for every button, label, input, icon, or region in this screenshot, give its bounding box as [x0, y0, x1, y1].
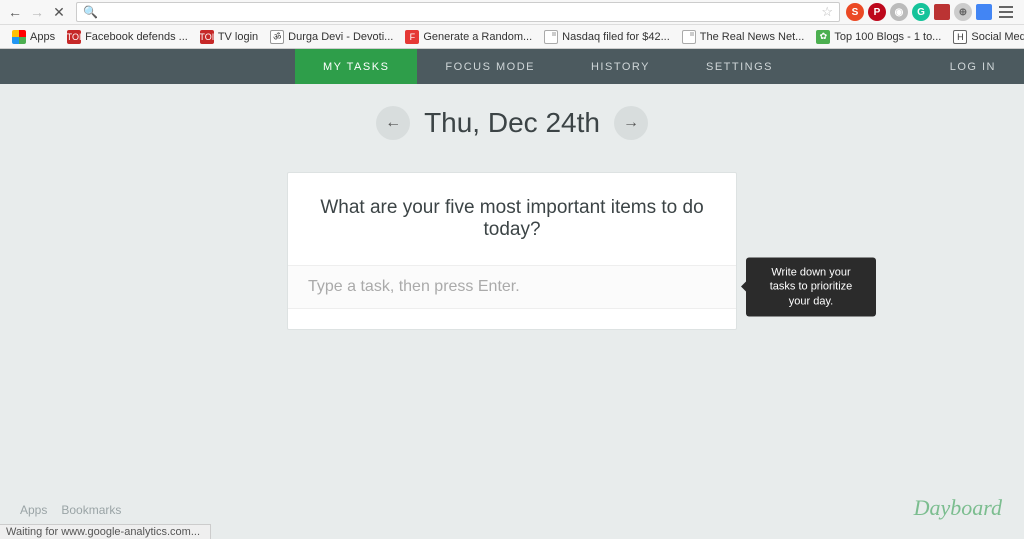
bookmark-item[interactable]: ✿ Top 100 Blogs - 1 to... [810, 25, 947, 48]
translate-icon[interactable] [976, 4, 992, 20]
bookmark-item[interactable]: H Social Media News ... [947, 25, 1024, 48]
grammarly-icon[interactable]: G [912, 3, 930, 21]
tab-focus-mode[interactable]: FOCUS MODE [417, 49, 563, 84]
bookmark-label: The Real News Net... [700, 31, 805, 43]
apps-icon [12, 30, 26, 44]
login-link[interactable]: LOG IN [922, 49, 1024, 84]
bookmark-label: Generate a Random... [423, 31, 532, 43]
pinterest-icon[interactable]: P [868, 3, 886, 21]
date-title: Thu, Dec 24th [424, 107, 600, 139]
extension-icon[interactable]: ◉ [890, 3, 908, 21]
bookmark-label: Nasdaq filed for $42... [562, 31, 670, 43]
bookmark-item[interactable]: TOI TV login [194, 25, 264, 48]
tab-history[interactable]: HISTORY [563, 49, 678, 84]
bookmark-label: Durga Devi - Devoti... [288, 31, 393, 43]
favicon-icon: TOI [67, 30, 81, 44]
status-bar: Waiting for www.google-analytics.com... [0, 524, 211, 539]
bookmarks-bar: Apps TOI Facebook defends ... TOI TV log… [0, 25, 1024, 49]
favicon-icon: ✿ [816, 30, 830, 44]
bookmark-item[interactable]: TOI Facebook defends ... [61, 25, 194, 48]
stop-button[interactable]: ✕ [50, 3, 68, 21]
prev-day-button[interactable]: ← [376, 106, 410, 140]
content-area: ← Thu, Dec 24th → What are your five mos… [0, 84, 1024, 539]
bookmark-star-icon[interactable]: ☆ [821, 4, 833, 20]
extensions-area: S P ◉ G ⊕ [846, 3, 1020, 21]
footer-apps-link[interactable]: Apps [20, 503, 47, 517]
footer-bookmarks-link[interactable]: Bookmarks [61, 503, 121, 517]
back-button[interactable]: ← [6, 3, 24, 21]
app-navbar: MY TASKS FOCUS MODE HISTORY SETTINGS LOG… [0, 49, 1024, 84]
apps-shortcut[interactable]: Apps [6, 25, 61, 48]
tooltip: Write down your tasks to prioritize your… [746, 258, 876, 317]
next-day-button[interactable]: → [614, 106, 648, 140]
date-navigator: ← Thu, Dec 24th → [0, 84, 1024, 140]
tab-my-tasks[interactable]: MY TASKS [295, 49, 417, 84]
bookmark-item[interactable]: ॐ Durga Devi - Devoti... [264, 25, 399, 48]
task-input[interactable] [288, 265, 736, 309]
card-heading: What are your five most important items … [288, 197, 736, 241]
favicon-icon: ॐ [270, 30, 284, 44]
extension-icon[interactable] [934, 4, 950, 20]
bookmark-item[interactable]: F Generate a Random... [399, 25, 538, 48]
bookmark-item[interactable]: Nasdaq filed for $42... [538, 25, 676, 48]
tab-settings[interactable]: SETTINGS [678, 49, 801, 84]
brand-logo: Dayboard [914, 495, 1002, 521]
bookmark-label: Top 100 Blogs - 1 to... [834, 31, 941, 43]
search-icon: 🔍 [83, 5, 98, 19]
favicon-icon: F [405, 30, 419, 44]
stumbleupon-icon[interactable]: S [846, 3, 864, 21]
address-bar[interactable]: 🔍 ☆ [76, 2, 840, 22]
bookmark-label: Apps [30, 31, 55, 43]
bookmark-label: Social Media News ... [971, 31, 1024, 43]
bookmark-label: Facebook defends ... [85, 31, 188, 43]
favicon-icon: TOI [200, 30, 214, 44]
tasks-card: What are your five most important items … [287, 172, 737, 330]
document-icon [544, 30, 558, 44]
document-icon [682, 30, 696, 44]
extension-icon[interactable]: ⊕ [954, 3, 972, 21]
chrome-menu-button[interactable] [996, 6, 1016, 18]
footer-links: Apps Bookmarks [20, 503, 121, 517]
forward-button[interactable]: → [28, 3, 46, 21]
bookmark-item[interactable]: The Real News Net... [676, 25, 811, 48]
favicon-icon: H [953, 30, 967, 44]
bookmark-label: TV login [218, 31, 258, 43]
browser-toolbar: ← → ✕ 🔍 ☆ S P ◉ G ⊕ [0, 0, 1024, 25]
